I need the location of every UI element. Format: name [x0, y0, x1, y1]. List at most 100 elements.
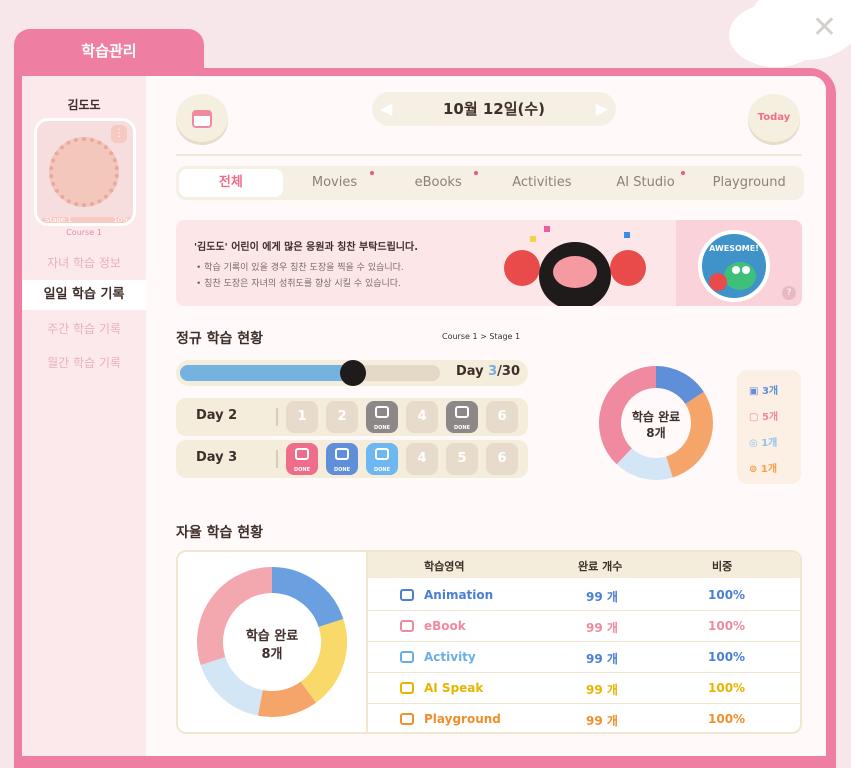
- new-dot: [370, 171, 375, 175]
- stage-percent: 10%: [113, 216, 129, 224]
- donut-label: 학습 완료: [246, 628, 298, 644]
- area-count: 99 개: [586, 621, 618, 635]
- sidebar-item-child-info[interactable]: 자녀 학습 정보: [22, 248, 146, 278]
- donut-count: 8개: [261, 647, 282, 662]
- day-label: Day 3: [196, 450, 238, 465]
- tab-label: AI Studio: [616, 175, 675, 190]
- area-count: 99 개: [586, 683, 618, 697]
- progress-fill: [180, 365, 355, 381]
- lesson-cell[interactable]: DONE: [366, 443, 398, 475]
- table-row: eBook 99 개 100%: [368, 611, 800, 642]
- sidebar-item-daily[interactable]: 일일 학습 기록: [22, 280, 146, 310]
- lesson-cell[interactable]: DONE: [286, 443, 318, 475]
- close-icon[interactable]: ✕: [812, 10, 837, 45]
- regular-title: 정규 학습 현황: [176, 331, 264, 347]
- banner-line-2: • 칭찬 도장은 자녀의 성취도를 향상 시킬 수 있습니다.: [196, 279, 401, 289]
- legend-movies: ▣ 3개: [749, 386, 779, 397]
- header-area: 학습영역: [424, 560, 465, 573]
- table-row: Playground 99 개 100%: [368, 704, 800, 732]
- lesson-cell[interactable]: DONE: [326, 443, 358, 475]
- area-icon: [400, 589, 414, 601]
- stamp-area: AWESOME! ?: [676, 220, 802, 306]
- lesson-cell[interactable]: 4: [406, 443, 438, 475]
- legend-count: 3개: [761, 386, 779, 397]
- avatar: ⋮ Stage 1 10%: [34, 118, 136, 226]
- lesson-cell[interactable]: 4: [406, 401, 438, 433]
- lesson-type-icon: [455, 406, 469, 418]
- tab-label: eBooks: [414, 175, 462, 190]
- sidebar-item-monthly[interactable]: 월간 학습 기록: [22, 348, 146, 378]
- banner-title: '김도도' 어린이 에게 많은 응원과 칭찬 부탁드립니다.: [194, 242, 419, 253]
- sidebar-item-weekly[interactable]: 주간 학습 기록: [22, 314, 146, 344]
- tab-ebooks[interactable]: eBooks: [386, 169, 490, 197]
- tab-movies[interactable]: Movies: [283, 169, 387, 197]
- table-row: AI Speak 99 개 100%: [368, 673, 800, 704]
- table-header: 학습영역 완료 개수 비중: [368, 552, 800, 578]
- tab-label: Movies: [311, 175, 358, 190]
- legend-ebooks: ▢ 5개: [749, 412, 779, 423]
- legend-count: 1개: [760, 464, 778, 475]
- table-row: Activity 99 개 100%: [368, 642, 800, 673]
- lesson-cell[interactable]: 6: [486, 443, 518, 475]
- avatar-menu-button[interactable]: ⋮: [111, 125, 127, 143]
- course-label: Course 1: [66, 228, 102, 237]
- lesson-cell[interactable]: 2: [326, 401, 358, 433]
- row-divider: [276, 450, 278, 468]
- day-current: 3: [488, 364, 498, 379]
- area-count: 99 개: [586, 590, 618, 604]
- area-count: 99 개: [586, 652, 618, 666]
- new-dot: [474, 171, 479, 175]
- donut-slice: [300, 618, 347, 703]
- lesson-cell[interactable]: 6: [486, 401, 518, 433]
- area-icon: [400, 651, 414, 663]
- donut-slice: [616, 447, 673, 480]
- area-ratio: 100%: [708, 650, 746, 664]
- tab-activities[interactable]: Activities: [490, 169, 594, 197]
- area-name: Activity: [424, 650, 476, 664]
- area-ratio: 100%: [708, 619, 746, 633]
- tab-all[interactable]: 전체: [179, 169, 283, 197]
- lesson-cell[interactable]: 1: [286, 401, 318, 433]
- current-date: 10월 12일(수): [442, 100, 546, 118]
- area-name: eBook: [424, 619, 466, 633]
- donut-label: 학습 완료: [632, 409, 680, 424]
- done-label: DONE: [333, 467, 350, 473]
- divider: [176, 154, 802, 156]
- tab-ai-studio[interactable]: AI Studio: [594, 169, 698, 197]
- calendar-button[interactable]: [176, 94, 228, 142]
- avatar-face: [49, 137, 119, 207]
- lesson-cell[interactable]: DONE: [366, 401, 398, 433]
- tab-playground[interactable]: Playground: [697, 169, 801, 197]
- legend-count: 5개: [761, 412, 779, 423]
- lesson-cell[interactable]: DONE: [446, 401, 478, 433]
- lesson-cell[interactable]: 5: [446, 443, 478, 475]
- calendar-icon: [192, 110, 212, 128]
- character-icon: [340, 360, 367, 386]
- today-button[interactable]: Today: [748, 94, 800, 142]
- done-label: DONE: [373, 425, 390, 431]
- header-count: 완료 개수: [578, 560, 623, 573]
- tab-label: Activities: [512, 175, 572, 190]
- area-icon: [400, 620, 414, 632]
- self-donut-chart: 학습 완료 8개: [197, 567, 347, 717]
- sidebar: 김도도 ⋮ Stage 1 10% Course 1 자녀 학습 정보 일일 학…: [22, 76, 146, 756]
- lesson-type-icon: [295, 448, 309, 460]
- date-selector: ◀ 10월 12일(수) ▶: [372, 92, 616, 126]
- tab-label: 전체: [218, 175, 243, 190]
- area-name: Playground: [424, 712, 501, 726]
- help-button[interactable]: ?: [782, 286, 796, 300]
- lesson-type-icon: [375, 448, 389, 460]
- next-date-button[interactable]: ▶: [596, 92, 608, 126]
- prev-date-button[interactable]: ◀: [380, 92, 392, 126]
- lesson-type-icon: [335, 448, 349, 460]
- donut-slice: [200, 656, 264, 716]
- awesome-stamp[interactable]: AWESOME!: [698, 230, 770, 302]
- day-prefix: Day: [455, 364, 484, 379]
- donut-slice: [655, 366, 704, 405]
- stage-progress: Stage 1 10%: [41, 216, 133, 224]
- table-row: Animation 99 개 100%: [368, 580, 800, 611]
- donut-slice: [665, 391, 713, 478]
- banner-line-1: • 학습 기록이 있을 경우 칭찬 도장을 찍을 수 있습니다.: [196, 263, 404, 273]
- donut-slice: [257, 681, 317, 717]
- area-icon: [400, 713, 414, 725]
